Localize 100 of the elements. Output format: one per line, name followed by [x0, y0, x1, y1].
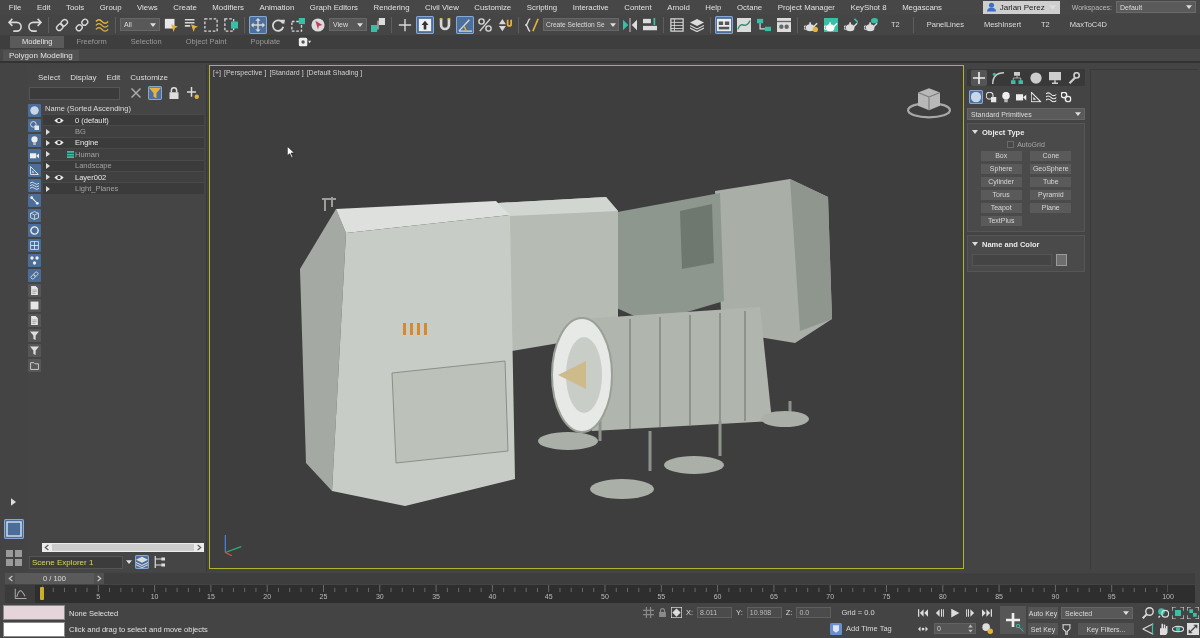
ribbon-panel-tab[interactable]: Polygon Modeling — [3, 50, 79, 61]
menu-item[interactable]: Customize — [125, 72, 174, 82]
shapes-icon[interactable] — [984, 90, 998, 104]
percent-snap-icon[interactable] — [476, 15, 494, 34]
close-icon[interactable] — [129, 86, 143, 100]
four-pane-icon[interactable] — [3, 548, 24, 568]
orbit-icon[interactable] — [1172, 623, 1184, 635]
sphere-icon[interactable] — [28, 104, 41, 117]
mirror-icon[interactable] — [621, 15, 639, 34]
monitor-icon[interactable] — [1046, 69, 1063, 86]
plus-icon[interactable] — [970, 69, 987, 86]
waves-icon[interactable] — [1044, 90, 1058, 104]
sphere-icon[interactable] — [969, 90, 983, 104]
camera-icon[interactable] — [28, 149, 41, 162]
keyboard-arrow-icon[interactable] — [416, 15, 434, 34]
cube-icon[interactable] — [28, 209, 41, 222]
triangle-right-icon[interactable] — [46, 139, 50, 146]
stack-icon[interactable] — [66, 150, 74, 158]
view-cube-icon[interactable] — [907, 86, 951, 119]
layers-icon[interactable] — [135, 555, 149, 569]
scrollbar-thumb[interactable] — [52, 544, 194, 551]
teapot-window-icon[interactable] — [822, 15, 840, 34]
maximize-icon[interactable] — [1187, 623, 1199, 635]
two-rings-icon[interactable] — [1059, 90, 1073, 104]
bulb-icon[interactable] — [28, 134, 41, 147]
explorer-dropdown[interactable]: Scene Explorer 1 — [29, 555, 123, 569]
magnifier-icon[interactable] — [1142, 607, 1154, 619]
material-window-icon[interactable] — [775, 15, 793, 34]
window-panels-icon[interactable] — [715, 15, 733, 34]
move-icon[interactable] — [249, 15, 267, 34]
eye-icon[interactable] — [54, 173, 64, 181]
curve-window-icon[interactable] — [735, 15, 753, 34]
chevron-left-icon[interactable] — [44, 544, 49, 551]
link-icon[interactable] — [28, 269, 41, 282]
angle-snap-icon[interactable] — [456, 15, 474, 34]
double-magnifier-icon[interactable] — [1157, 607, 1169, 619]
step-back-icon[interactable] — [934, 607, 944, 618]
menu-item[interactable]: Select — [33, 72, 66, 82]
grid-icon[interactable] — [28, 239, 41, 252]
hand-icon[interactable] — [1157, 623, 1169, 635]
hierarchy-icon[interactable] — [1008, 69, 1025, 86]
document-icon[interactable] — [28, 314, 41, 327]
color-swatch-icon[interactable] — [1056, 254, 1067, 266]
branch-icon[interactable] — [1061, 623, 1072, 635]
triangle-down-icon[interactable] — [972, 130, 978, 134]
current-frame-marker[interactable] — [40, 587, 44, 600]
hash-icon[interactable] — [643, 607, 654, 619]
ring-icon[interactable] — [28, 224, 41, 237]
listener-output-field[interactable] — [3, 605, 65, 620]
shapes-icon[interactable] — [28, 119, 41, 132]
diamond-square-icon[interactable] — [671, 607, 682, 619]
eye-icon[interactable] — [54, 139, 64, 147]
broken-link-icon[interactable] — [73, 15, 91, 34]
bulb-icon[interactable] — [999, 90, 1013, 104]
user-menu[interactable]: Jarlan Perez — [982, 0, 1060, 14]
selection-set-icon[interactable] — [523, 15, 541, 34]
set-square-icon[interactable] — [28, 164, 41, 177]
table-icon[interactable] — [668, 15, 686, 34]
dots-icon[interactable] — [28, 254, 41, 267]
frame-corners-double-icon[interactable] — [1187, 607, 1199, 619]
funnel-icon[interactable] — [148, 86, 162, 100]
listener-input-field[interactable] — [3, 622, 65, 637]
lock-icon[interactable] — [167, 86, 181, 100]
triangle-right-icon[interactable] — [46, 174, 50, 181]
play-icon[interactable] — [950, 607, 960, 618]
tree-icon[interactable] — [152, 555, 166, 569]
horizontal-scrollbar[interactable] — [42, 543, 204, 552]
triangle-down-icon[interactable] — [972, 242, 978, 246]
caret-down-icon[interactable] — [126, 560, 132, 564]
previous-frame-button[interactable] — [5, 573, 15, 584]
chevron-right-icon[interactable] — [197, 544, 202, 551]
skip-start-icon[interactable] — [918, 607, 928, 618]
disc-icon[interactable] — [1027, 69, 1044, 86]
set-keys-button[interactable] — [1000, 606, 1026, 634]
waves-icon[interactable] — [28, 179, 41, 192]
frame-corners-icon[interactable] — [1172, 607, 1184, 619]
curve-graph-icon[interactable] — [13, 588, 27, 600]
rectangle-select-icon[interactable] — [202, 15, 220, 34]
search-field[interactable] — [29, 86, 120, 100]
eye-icon[interactable] — [54, 116, 64, 124]
menu-item[interactable]: Edit — [101, 72, 126, 82]
scale-icon[interactable] — [289, 15, 307, 34]
funnel-icon[interactable] — [28, 329, 41, 342]
two-circles-icon[interactable] — [982, 623, 993, 635]
bone-icon[interactable] — [28, 194, 41, 207]
display-options-icon[interactable] — [298, 37, 313, 47]
square-icon[interactable] — [28, 299, 41, 312]
menu-item[interactable]: Display — [65, 72, 102, 82]
funnel-icon[interactable] — [28, 344, 41, 357]
angle-icon[interactable] — [1142, 623, 1154, 635]
window-select-icon[interactable] — [222, 15, 240, 34]
skip-end-icon[interactable] — [982, 607, 992, 618]
triangle-right-icon[interactable] — [11, 498, 16, 506]
teapot-cloud-icon[interactable] — [862, 15, 880, 34]
bend-curve-icon[interactable] — [989, 69, 1006, 86]
folder-icon[interactable] — [28, 359, 41, 372]
add-icon[interactable] — [186, 86, 200, 100]
triangle-right-icon[interactable] — [46, 185, 50, 192]
triangle-right-icon[interactable] — [46, 151, 50, 158]
next-frame-button[interactable] — [94, 573, 104, 584]
